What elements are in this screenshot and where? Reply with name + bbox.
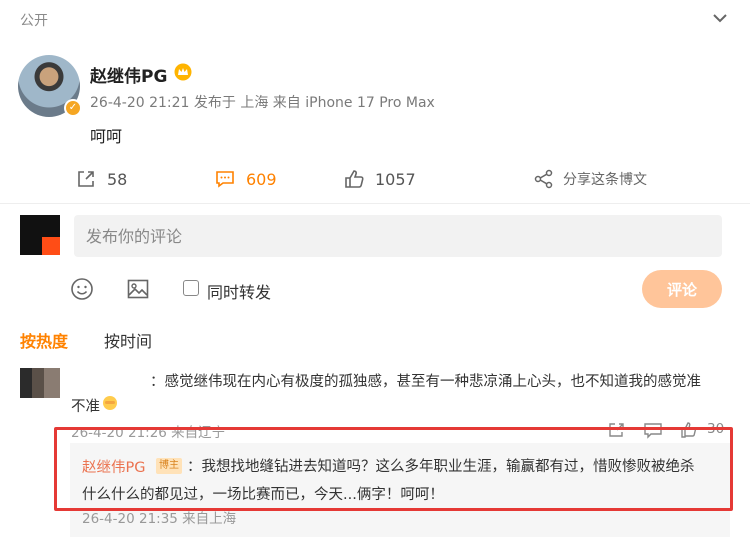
comment-input[interactable] xyxy=(74,215,722,257)
post-action-bar: 58 609 1057 分享这条博文 xyxy=(0,168,750,192)
comment-count: 609 xyxy=(246,169,277,189)
visibility-label: 公开 xyxy=(20,13,48,29)
share-label: 分享这条博文 xyxy=(563,172,647,188)
share-button[interactable]: 分享这条博文 xyxy=(533,168,647,190)
verified-icon: ✓ xyxy=(64,99,82,117)
comment-icon xyxy=(216,171,234,188)
repost-button[interactable]: 58 xyxy=(75,168,127,190)
highlight-box xyxy=(54,427,733,511)
comment-text-continued: 不准 xyxy=(71,399,100,415)
author-avatar[interactable]: ✓ xyxy=(18,55,82,117)
divider xyxy=(0,203,750,204)
repost-checkbox-label: 同时转发 xyxy=(207,283,272,302)
image-icon[interactable] xyxy=(126,277,150,301)
comment-text: ：感觉继伟现在内心有极度的孤独感，甚至有一种悲凉涌上心头，也不知道我的感觉准 xyxy=(150,374,701,390)
tab-sort-hot[interactable]: 按热度 xyxy=(20,328,68,352)
top-bar: 公开 xyxy=(0,0,750,40)
crown-icon xyxy=(174,63,192,81)
repost-icon xyxy=(78,171,94,187)
tab-sort-time[interactable]: 按时间 xyxy=(104,328,152,352)
chevron-down-icon[interactable] xyxy=(710,8,730,28)
repost-count: 58 xyxy=(107,169,128,189)
repost-checkbox[interactable] xyxy=(183,280,199,296)
author-name[interactable]: 赵继伟PG xyxy=(90,62,167,87)
post-text: 呵呵 xyxy=(90,127,123,146)
facepalm-emoji-icon xyxy=(103,396,117,410)
weibo-post-page: 公开 ✓ 赵继伟PG 26-4-20 21:21 发布于 上海 来自 iPhon… xyxy=(0,0,750,537)
submit-comment-button[interactable]: 评论 xyxy=(642,270,722,308)
share-icon xyxy=(534,169,553,189)
commenter-avatar[interactable] xyxy=(20,368,60,398)
comment-button[interactable]: 609 xyxy=(214,168,277,190)
thumbs-up-icon xyxy=(345,170,364,188)
like-count: 1057 xyxy=(375,169,416,189)
emoji-icon[interactable] xyxy=(70,277,94,301)
post-meta: 26-4-20 21:21 发布于 上海 来自 iPhone 17 Pro Ma… xyxy=(90,95,435,111)
like-button[interactable]: 1057 xyxy=(343,168,416,190)
my-avatar xyxy=(20,215,60,255)
